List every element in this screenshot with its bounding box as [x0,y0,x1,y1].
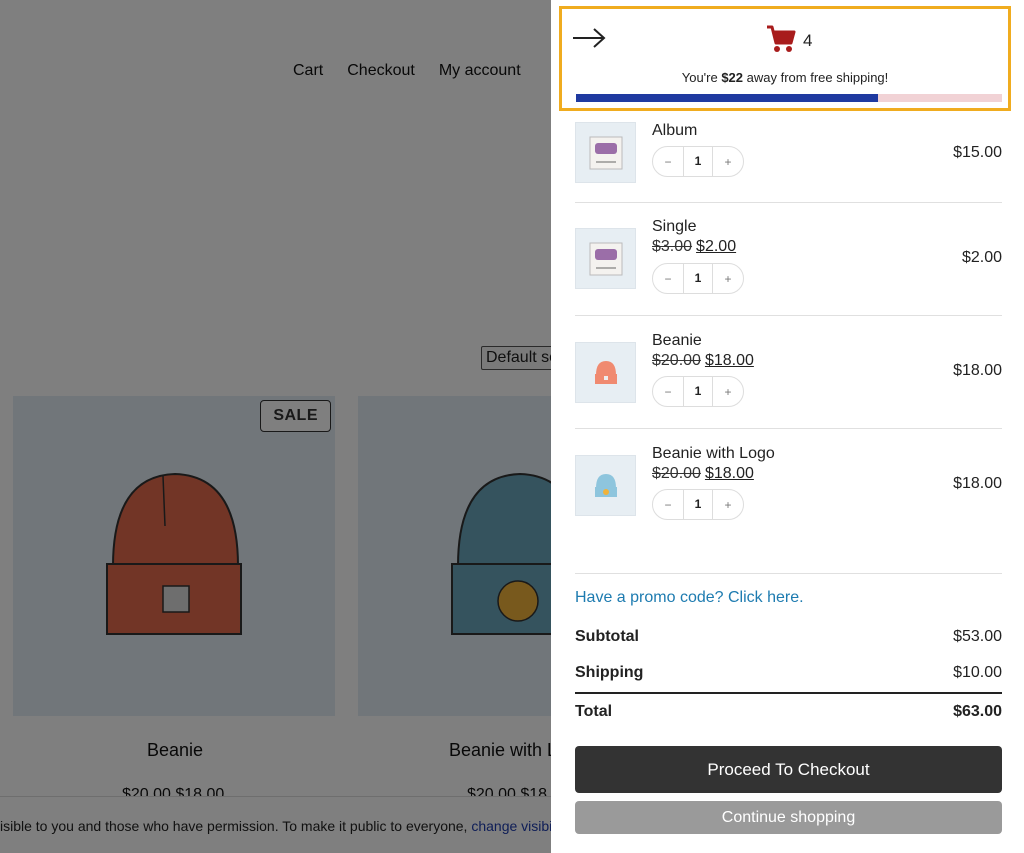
sale-price: $18.00 [704,465,754,482]
total-divider [575,692,1002,694]
cart-item: Beanie $20.00 $18.00 − 1 + $18.00 [575,330,1002,410]
original-price: $20.00 [652,352,701,369]
cart-item: Beanie with Logo $20.00 $18.00 − 1 + $18.… [575,443,1002,523]
item-thumbnail[interactable] [575,122,636,183]
qty-plus-button[interactable]: + [713,155,743,169]
qty-minus-button[interactable]: − [653,385,683,399]
item-prices: $20.00 $18.00 [652,465,754,483]
qty-value[interactable]: 1 [683,377,713,406]
beanie-logo-thumb-icon [594,473,617,497]
cart-count: 4 [803,31,813,50]
shipping-suffix: away from free shipping! [743,70,889,85]
shipping-progress-fill [576,94,879,102]
item-thumbnail[interactable] [575,342,636,403]
item-total: $15.00 [953,144,1002,161]
total-row: Total $63.00 [575,703,1002,721]
shipping-prefix: You're [681,70,722,85]
shipping-amount: $22 [721,70,744,85]
item-prices: $3.00 $2.00 [652,238,736,256]
quantity-stepper: − 1 + [652,489,744,520]
divider [575,428,1002,429]
item-thumbnail[interactable] [575,455,636,516]
item-total: $2.00 [961,249,1002,266]
original-price: $3.00 [652,238,693,255]
cart-item: Single $3.00 $2.00 − 1 + $2.00 [575,216,1002,296]
album-art-icon [589,136,622,169]
item-total: $18.00 [953,475,1002,492]
continue-shopping-button[interactable]: Continue shopping [575,801,1002,834]
qty-value[interactable]: 1 [683,264,713,293]
shipping-progress-bar [576,94,1002,102]
qty-minus-button[interactable]: − [653,155,683,169]
divider [575,573,1002,574]
qty-plus-button[interactable]: + [713,272,743,286]
shipping-row: Shipping $10.00 [575,664,1002,682]
item-prices: $20.00 $18.00 [652,352,754,370]
qty-value[interactable]: 1 [683,490,713,519]
proceed-to-checkout-button[interactable]: Proceed To Checkout [575,746,1002,793]
item-thumbnail[interactable] [575,228,636,289]
quantity-stepper: − 1 + [652,263,744,294]
single-art-icon [589,242,622,275]
beanie-thumb-icon [594,360,617,384]
arrow-right-icon[interactable] [572,27,606,49]
qty-plus-button[interactable]: + [713,385,743,399]
divider [575,315,1002,316]
item-name[interactable]: Beanie with Logo [652,445,775,463]
shipping-value: $10.00 [953,664,1002,681]
sale-price: $18.00 [704,352,754,369]
qty-minus-button[interactable]: − [653,272,683,286]
sale-price: $2.00 [696,238,737,255]
subtotal-row: Subtotal $53.00 [575,628,1002,646]
total-label: Total [575,703,613,720]
shipping-label: Shipping [575,664,644,681]
divider [575,202,1002,203]
item-name[interactable]: Beanie [652,332,702,350]
free-shipping-message: You're $22 away from free shipping! [559,70,1011,85]
subtotal-value: $53.00 [953,628,1002,645]
item-name[interactable]: Single [652,218,696,236]
cart-icon [767,25,796,52]
qty-plus-button[interactable]: + [713,498,743,512]
total-value: $63.00 [953,703,1002,720]
qty-minus-button[interactable]: − [653,498,683,512]
original-price: $20.00 [652,465,701,482]
quantity-stepper: − 1 + [652,146,744,177]
subtotal-label: Subtotal [575,628,639,645]
item-total: $18.00 [953,362,1002,379]
cart-item: Album − 1 + $15.00 [575,120,1002,184]
quantity-stepper: − 1 + [652,376,744,407]
item-name[interactable]: Album [652,122,697,140]
qty-value[interactable]: 1 [683,147,713,176]
promo-code-link[interactable]: Have a promo code? Click here. [575,589,804,607]
